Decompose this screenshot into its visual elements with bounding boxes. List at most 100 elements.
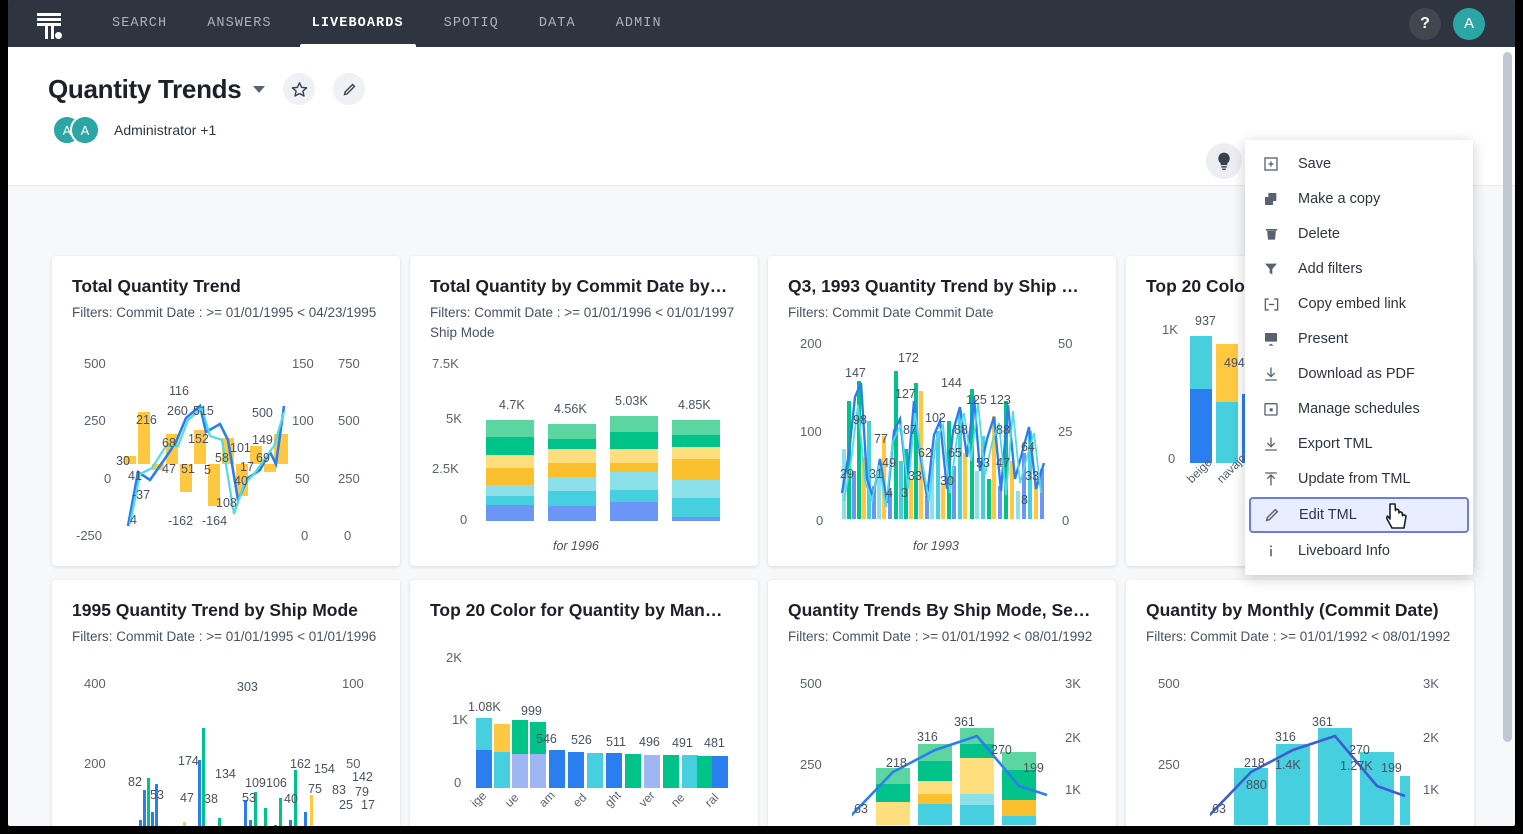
data-label: 102 bbox=[925, 411, 946, 425]
menu-item-present[interactable]: Present bbox=[1250, 322, 1468, 356]
nav-item-spotiq[interactable]: SPOTIQ bbox=[424, 0, 519, 47]
menu-item-label: Edit TML bbox=[1299, 507, 1357, 523]
data-label: 4.85K bbox=[678, 398, 711, 412]
menu-item-label: Export TML bbox=[1298, 436, 1373, 452]
chart-canvas: 500 250 0 -250 150 100 50 0 750 500 250 … bbox=[52, 256, 400, 566]
y-axis-tick: 250 bbox=[84, 413, 106, 428]
chevron-down-icon[interactable] bbox=[253, 86, 265, 93]
present-icon bbox=[1262, 331, 1280, 347]
data-label: 87 bbox=[903, 423, 917, 437]
data-label: 361 bbox=[954, 715, 975, 729]
x-axis-tick: ver bbox=[636, 788, 658, 810]
y-axis-tick-right: 0 bbox=[301, 528, 308, 543]
nav-items: SEARCH ANSWERS LIVEBOARDS SPOTIQ DATA AD… bbox=[92, 0, 682, 47]
data-label: 40 bbox=[284, 792, 298, 806]
chart-canvas: 400 200 100 50 bbox=[52, 580, 400, 826]
chart-card[interactable]: Quantity Trends By Ship Mode, Se… Filter… bbox=[768, 580, 1116, 826]
y-axis-tick: 200 bbox=[800, 336, 822, 351]
data-label: 481 bbox=[704, 736, 725, 750]
menu-item-update-from-tml[interactable]: Update from TML bbox=[1250, 462, 1468, 496]
data-label: 65 bbox=[948, 446, 962, 460]
chart-card[interactable]: 1995 Quantity Trend by Ship Mode Filters… bbox=[52, 580, 400, 826]
data-label: 937 bbox=[1195, 314, 1216, 328]
chart-card[interactable]: Top 20 Color for Quantity by Man… 2K 1K … bbox=[410, 580, 758, 826]
data-label: 4 bbox=[130, 513, 137, 527]
chart-card[interactable]: Q3, 1993 Quantity Trend by Ship … Filter… bbox=[768, 256, 1116, 566]
y-axis-tick-right2: 500 bbox=[338, 413, 360, 428]
data-label: 147 bbox=[845, 366, 866, 380]
menu-item-label: Liveboard Info bbox=[1298, 543, 1390, 559]
data-label: 41 bbox=[128, 469, 142, 483]
title-row: Quantity Trends bbox=[48, 73, 1515, 105]
nav-item-admin[interactable]: ADMIN bbox=[596, 0, 682, 47]
data-label: 515 bbox=[193, 404, 214, 418]
menu-item-add-filters[interactable]: Add filters bbox=[1250, 252, 1468, 286]
nav-item-search[interactable]: SEARCH bbox=[92, 0, 187, 47]
y-axis-tick: 250 bbox=[1158, 757, 1180, 772]
data-label: 53 bbox=[150, 788, 164, 802]
y-axis-tick: 0 bbox=[104, 471, 111, 486]
trash-icon bbox=[1262, 226, 1280, 242]
menu-item-save[interactable]: Save bbox=[1250, 147, 1468, 181]
chart-card[interactable]: Total Quantity Trend Filters: Commit Dat… bbox=[52, 256, 400, 566]
menu-item-edit-tml[interactable]: Edit TML bbox=[1249, 497, 1469, 533]
chart-card[interactable]: Total Quantity by Commit Date by… Filter… bbox=[410, 256, 758, 566]
y-axis-tick: -250 bbox=[76, 528, 102, 543]
nav-item-liveboards[interactable]: LIVEBOARDS bbox=[292, 0, 424, 47]
data-label: 98 bbox=[853, 413, 867, 427]
lightbulb-icon[interactable] bbox=[1206, 143, 1242, 179]
help-icon[interactable]: ? bbox=[1409, 8, 1441, 40]
menu-item-export-tml[interactable]: Export TML bbox=[1250, 427, 1468, 461]
data-label: -162 bbox=[168, 514, 193, 528]
vertical-scrollbar[interactable] bbox=[1503, 52, 1512, 812]
menu-item-liveboard-info[interactable]: Liveboard Info bbox=[1250, 534, 1468, 568]
data-label: 174 bbox=[178, 754, 199, 768]
data-label: 30 bbox=[116, 454, 130, 468]
menu-item-manage-schedules[interactable]: Manage schedules bbox=[1250, 392, 1468, 426]
data-label: 38 bbox=[204, 792, 218, 806]
embed-link-icon bbox=[1262, 297, 1280, 312]
nav-item-data[interactable]: DATA bbox=[519, 0, 596, 47]
data-label: 1.4K bbox=[1275, 758, 1301, 772]
x-axis-tick: ue bbox=[502, 791, 521, 810]
avatar: A bbox=[70, 115, 100, 145]
scrollbar-thumb[interactable] bbox=[1503, 52, 1512, 742]
data-label: 116 bbox=[169, 384, 189, 398]
menu-item-label: Save bbox=[1298, 156, 1331, 172]
chart-canvas: 7.5K 5K 2.5K 0 bbox=[410, 256, 758, 566]
y-axis-tick-right: 50 bbox=[295, 471, 309, 486]
data-label: 5.03K bbox=[615, 394, 648, 408]
thoughtspot-logo-icon[interactable] bbox=[32, 7, 66, 41]
y-axis-tick: 500 bbox=[84, 356, 106, 371]
user-avatar[interactable]: A bbox=[1453, 8, 1485, 40]
menu-item-make-a-copy[interactable]: Make a copy bbox=[1250, 182, 1468, 216]
data-label: 218 bbox=[886, 756, 907, 770]
y-axis-tick-right: 3K bbox=[1065, 676, 1081, 691]
x-axis-tick: ne bbox=[668, 791, 687, 810]
y-axis-tick-right: 150 bbox=[292, 356, 314, 371]
edit-pencil-icon[interactable] bbox=[333, 73, 365, 105]
menu-item-copy-embed-link[interactable]: Copy embed link bbox=[1250, 287, 1468, 321]
data-label: 260 bbox=[167, 404, 188, 418]
y-axis-tick-right: 2K bbox=[1423, 730, 1439, 745]
nav-item-answers[interactable]: ANSWERS bbox=[187, 0, 291, 47]
mouse-cursor-icon bbox=[1386, 502, 1412, 537]
nav-right-actions: ? A bbox=[1409, 8, 1485, 40]
top-navigation-bar: SEARCH ANSWERS LIVEBOARDS SPOTIQ DATA AD… bbox=[8, 0, 1515, 47]
favorite-star-icon[interactable] bbox=[283, 73, 315, 105]
data-label: -164 bbox=[202, 514, 227, 528]
data-label: 88 bbox=[996, 423, 1010, 437]
y-axis-tick-right: 100 bbox=[342, 676, 364, 691]
chart-card[interactable]: Quantity by Monthly (Commit Date) Filter… bbox=[1126, 580, 1474, 826]
chart-canvas: 500 250 3K 2K 1K bbox=[768, 580, 1116, 826]
menu-item-download-as-pdf[interactable]: Download as PDF bbox=[1250, 357, 1468, 391]
data-label: 123 bbox=[990, 393, 1011, 407]
data-label: 303 bbox=[237, 680, 258, 694]
data-label: 64 bbox=[1021, 440, 1035, 454]
download-icon bbox=[1262, 436, 1280, 452]
chart-canvas: 200 100 0 50 25 0 bbox=[768, 256, 1116, 566]
data-label: 134 bbox=[215, 767, 236, 781]
menu-item-delete[interactable]: Delete bbox=[1250, 217, 1468, 251]
page-title: Quantity Trends bbox=[48, 74, 241, 105]
data-label: 199 bbox=[1023, 761, 1044, 775]
